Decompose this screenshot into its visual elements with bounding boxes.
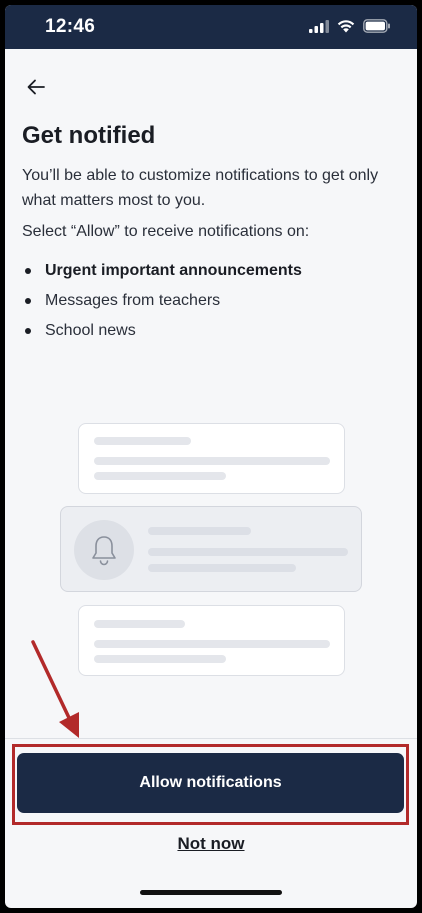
placeholder-line [148,527,251,535]
phone-screen: 12:46 Get notified You’ll be able to cus… [5,5,417,908]
select-allow-text: Select “Allow” to receive notifications … [22,223,310,240]
placeholder-line [94,472,226,480]
home-indicator[interactable] [140,890,282,895]
page-title: Get notified [22,122,156,149]
battery-icon [363,19,390,33]
signal-icon [309,19,329,33]
arrow-left-icon [27,79,45,95]
placeholder-line [148,564,296,572]
bell-circle [74,520,134,580]
placeholder-line [94,620,185,628]
list-item-label: Urgent important announcements [45,262,302,279]
allow-notifications-button[interactable]: Allow notifications [17,753,404,813]
placeholder-line [148,548,348,556]
status-time: 12:46 [45,16,96,37]
notification-topics-list: Urgent important announcements Messages … [22,259,302,349]
list-item-label: School news [45,322,136,339]
list-item-label: Messages from teachers [45,292,221,309]
placeholder-line [94,640,330,648]
status-icons [309,19,391,33]
placeholder-line [94,437,191,445]
list-item: Messages from teachers [22,289,302,319]
annotation-arrow-icon [31,640,79,738]
description-text: You’ll be able to customize notification… [22,167,379,209]
bullet-dot [25,298,31,304]
list-item: Urgent important announcements [22,259,302,289]
bell-icon [92,536,116,566]
placeholder-line [94,655,226,663]
back-button[interactable] [22,73,50,101]
wifi-icon [337,20,355,33]
status-bar: 12:46 [5,5,417,49]
illustration-card-bottom [78,605,345,676]
list-item: School news [22,319,302,349]
not-now-link[interactable]: Not now [5,834,417,854]
illustration-card-top [78,423,345,494]
placeholder-line [94,457,330,465]
illustration-card-bell [60,506,362,592]
bullet-dot [25,268,31,274]
bullet-dot [25,328,31,334]
